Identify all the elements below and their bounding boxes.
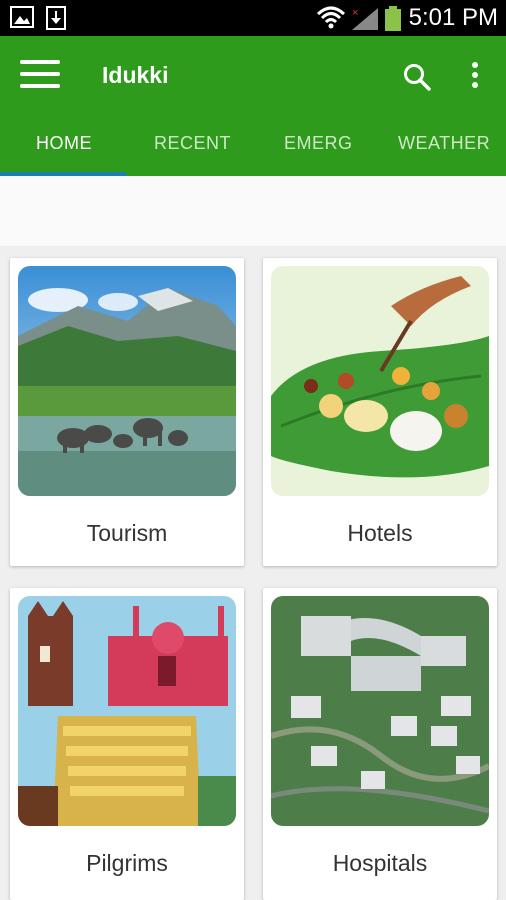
- card-pilgrims[interactable]: Pilgrims: [10, 588, 244, 900]
- card-label: Hotels: [347, 520, 413, 546]
- tab-home[interactable]: HOME: [36, 133, 92, 154]
- app-title: Idukki: [102, 62, 169, 88]
- tab-weather[interactable]: WEATHER: [398, 133, 490, 154]
- hamburger-menu-icon[interactable]: [20, 60, 60, 90]
- wifi-icon: [316, 6, 346, 29]
- card-hospitals[interactable]: Hospitals: [263, 588, 497, 900]
- hospitals-image: [271, 596, 489, 826]
- card-label: Hospitals: [332, 850, 428, 876]
- signal-icon: ×: [352, 7, 378, 30]
- tab-emerg[interactable]: EMERG: [284, 133, 353, 154]
- battery-icon: [385, 6, 401, 31]
- card-tourism[interactable]: Tourism: [10, 258, 244, 566]
- card-label: Tourism: [86, 520, 168, 546]
- app-bar: Idukki: [0, 36, 506, 114]
- tourism-image: [18, 266, 236, 496]
- tab-bar: HOME RECENT EMERG WEATHER: [0, 114, 506, 176]
- pilgrims-image: [18, 596, 236, 826]
- download-notification-icon: [46, 6, 66, 30]
- status-bar: × 5:01 PM: [0, 0, 506, 36]
- card-label: Pilgrims: [86, 850, 168, 876]
- banner-area: [0, 176, 506, 246]
- search-icon[interactable]: [402, 62, 432, 92]
- tab-recent[interactable]: RECENT: [154, 133, 231, 154]
- status-time: 5:01 PM: [408, 4, 498, 31]
- image-notification-icon: [10, 6, 34, 28]
- svg-text:×: ×: [352, 7, 358, 19]
- card-hotels[interactable]: Hotels: [263, 258, 497, 566]
- hotels-image: [271, 266, 489, 496]
- overflow-menu-icon[interactable]: [466, 60, 484, 92]
